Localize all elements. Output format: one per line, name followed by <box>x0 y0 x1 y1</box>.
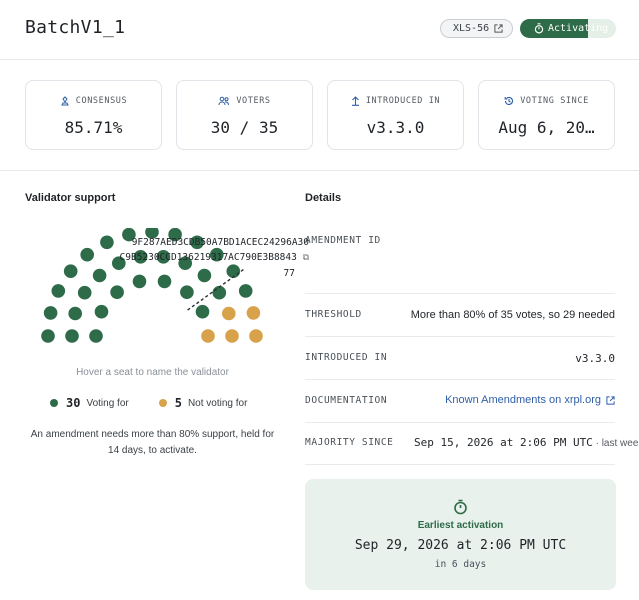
seat-voting-for[interactable] <box>41 329 55 343</box>
page-header: BatchV1_1 XLS-56 Activating <box>0 0 639 60</box>
seat-voting-for[interactable] <box>89 329 103 343</box>
documentation-label: DOCUMENTATION <box>305 395 388 406</box>
section-divider <box>0 170 639 171</box>
xls-spec-link[interactable]: XLS-56 <box>440 19 513 38</box>
seat-not-voting[interactable] <box>249 329 263 343</box>
stat-value-voting-since: Aug 6, 20… <box>498 118 595 137</box>
majority-label: MAJORITY SINCE <box>305 437 394 448</box>
amendment-id-line-2-wrap: C9B5230CCD136219317AC790E3B8843 ⧉ <box>97 250 309 266</box>
users-icon <box>218 96 230 106</box>
seat-voting-for[interactable] <box>68 306 82 321</box>
arrow-up-icon <box>351 96 359 106</box>
status-label: Activating <box>548 23 609 34</box>
stat-value-consensus: 85.71% <box>64 118 123 137</box>
stat-label-consensus: CONSENSUS <box>75 96 128 106</box>
not-voting-label: Not voting for <box>187 397 248 409</box>
seat-voting-for[interactable] <box>65 329 79 343</box>
stat-card-voting-since: VOTING SINCE Aug 6, 20… <box>478 80 615 150</box>
page-title: BatchV1_1 <box>25 17 126 38</box>
majority-value-wrap: Sep 15, 2026 at 2:06 PM UTC · last week <box>414 436 639 449</box>
seat-voting-for[interactable] <box>77 285 92 300</box>
seat-voting-for[interactable] <box>51 284 66 298</box>
stat-label-voters: VOTERS <box>236 96 271 106</box>
details-heading: Details <box>305 192 342 204</box>
not-voting-dot <box>158 399 167 407</box>
external-link-icon <box>494 24 503 33</box>
amendment-id-label: AMENDMENT ID <box>305 235 381 246</box>
xls-label: XLS-56 <box>453 23 490 34</box>
consensus-icon <box>60 96 69 106</box>
stat-label-introduced: INTRODUCED IN <box>365 96 441 106</box>
voting-for-label: Voting for <box>86 397 129 409</box>
vote-legend: 30 Voting for 5 Not voting for <box>50 396 247 410</box>
not-voting-count: 5 <box>174 396 182 410</box>
seat-not-voting[interactable] <box>225 329 239 343</box>
amendment-id-line-3: 77 <box>283 268 295 279</box>
threshold-value: More than 80% of 35 votes, so 29 needed <box>410 309 615 321</box>
stopwatch-icon <box>534 23 544 34</box>
earliest-activation-label: Earliest activation <box>417 520 504 531</box>
stat-card-introduced: INTRODUCED IN v3.3.0 <box>327 80 464 150</box>
detail-row-documentation: DOCUMENTATION Known Amendments on xrpl.o… <box>305 380 615 423</box>
documentation-link-wrap: Known Amendments on xrpl.org <box>445 394 615 406</box>
majority-relative: · last week <box>592 438 639 449</box>
stat-value-voters: 30 / 35 <box>210 118 279 137</box>
documentation-link-text: Known Amendments on xrpl.org <box>445 394 601 406</box>
voting-for-dot <box>50 399 58 407</box>
voting-for-count: 30 <box>66 396 81 410</box>
amendment-id-line-1: 9F287AED3CDB50A7BD1ACEC24296A30 <box>131 237 309 248</box>
history-icon <box>504 96 514 105</box>
validator-support-heading: Validator support <box>25 192 116 204</box>
documentation-link[interactable]: Known Amendments on xrpl.org <box>445 394 615 406</box>
earliest-activation-relative: in 6 days <box>434 559 487 570</box>
seat-voting-for[interactable] <box>80 247 94 262</box>
seat-voting-for[interactable] <box>180 285 194 299</box>
earliest-activation-date: Sep 29, 2026 at 2:06 PM UTC <box>354 538 567 553</box>
stat-label-voting-since: VOTING SINCE <box>520 96 589 106</box>
status-badge: Activating <box>520 19 616 38</box>
majority-value-clip: Sep 15, 2026 at 2:06 PM UTC · last week <box>414 423 639 465</box>
activation-rule-note: An amendment needs more than 80% support… <box>30 429 275 456</box>
seat-voting-for[interactable] <box>43 306 58 320</box>
majority-value: Sep 15, 2026 at 2:06 PM UTC <box>414 436 593 449</box>
introduced-label: INTRODUCED IN <box>305 352 388 363</box>
seat-voting-for[interactable] <box>110 285 124 299</box>
stat-card-consensus: CONSENSUS 85.71% <box>25 80 162 150</box>
amendment-id-value[interactable]: 9F287AED3CDB50A7BD1ACEC24296A30 C9B5230C… <box>97 235 309 281</box>
seat-voting-for[interactable] <box>195 304 210 319</box>
copy-icon[interactable]: ⧉ <box>303 253 309 263</box>
stat-card-voters: VOTERS 30 / 35 <box>176 80 313 150</box>
seat-not-voting[interactable] <box>246 306 261 320</box>
stopwatch-icon <box>305 499 616 519</box>
detail-row-threshold: THRESHOLD More than 80% of 35 votes, so … <box>305 294 615 337</box>
external-link-icon <box>606 395 615 405</box>
seat-not-voting[interactable] <box>222 306 236 321</box>
hover-hint: Hover a seat to name the validator <box>76 367 229 378</box>
detail-row-introduced: INTRODUCED IN v3.3.0 <box>305 337 615 380</box>
amendment-id-line-2: C9B5230CCD136219317AC790E3B8843 <box>119 252 297 263</box>
earliest-activation-card: Earliest activation Sep 29, 2026 at 2:06… <box>305 479 616 590</box>
seat-voting-for[interactable] <box>63 264 78 278</box>
stat-value-introduced: v3.3.0 <box>366 118 425 137</box>
seat-voting-for[interactable] <box>94 304 109 319</box>
threshold-label: THRESHOLD <box>305 309 362 320</box>
introduced-value: v3.3.0 <box>575 352 615 365</box>
detail-row-amendment-id: AMENDMENT ID <box>305 222 615 294</box>
seat-voting-for[interactable] <box>238 284 253 298</box>
seat-not-voting[interactable] <box>201 329 215 343</box>
